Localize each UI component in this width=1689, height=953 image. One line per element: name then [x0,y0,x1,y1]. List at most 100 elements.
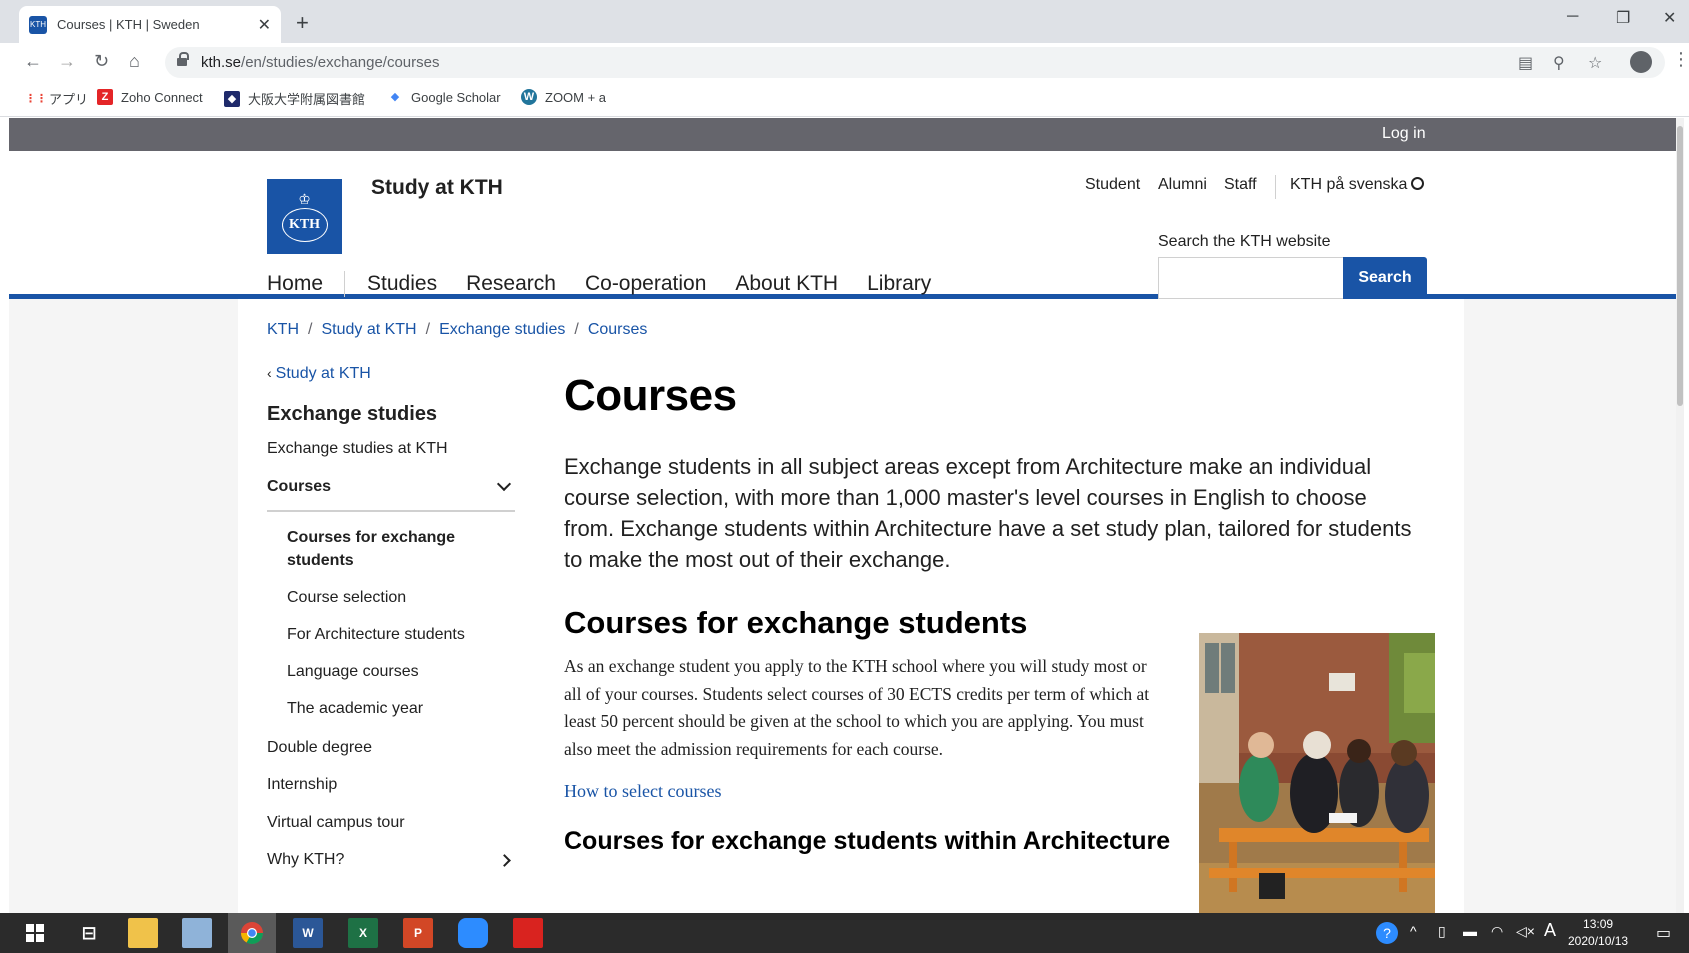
browser-tab-active[interactable]: KTH Courses | KTH | Sweden ✕ [19,6,281,43]
window-close-button[interactable]: ✕ [1663,8,1676,28]
nav-home[interactable]: Home [267,272,323,296]
sidebar-item-internship[interactable]: Internship [267,771,515,809]
wordpress-icon: W [521,89,537,105]
top-link-staff[interactable]: Staff [1224,176,1257,194]
students-outdoor-image [1199,633,1435,913]
ime-icon[interactable]: A [1544,920,1556,941]
breadcrumb: KTH / Study at KTH / Exchange studies / … [267,321,647,339]
powerpoint-icon[interactable]: P [403,918,433,948]
breadcrumb-kth[interactable]: KTH [267,321,299,339]
sidebar-item-virtual-campus-tour[interactable]: Virtual campus tour [267,809,515,847]
forward-arrow-icon[interactable]: → [58,51,76,72]
lead-paragraph: Exchange students in all subject areas e… [564,454,1412,572]
notifications-icon[interactable]: ▭ [1656,923,1671,943]
breadcrumb-courses[interactable]: Courses [588,321,648,339]
browser-toolbar: ← → ↻ ⌂ kth.se/en/studies/exchange/cours… [0,43,1689,81]
bookmark-zoho[interactable]: Z Zoho Connect [97,89,203,105]
bookmark-star-icon[interactable]: ☆ [1588,53,1602,73]
bookmark-osaka-library[interactable]: ◆ 大阪大学附属図書館 [224,89,365,108]
back-arrow-icon[interactable]: ← [24,51,42,72]
nav-about-kth[interactable]: About KTH [735,272,838,296]
web-page-viewport: Log in ♔ KTH Study at KTH Student Alumni… [9,118,1684,913]
sidebar-heading[interactable]: Exchange studies [267,403,515,435]
bookmark-google-scholar[interactable]: ◆ Google Scholar [387,89,501,105]
sidebar-subitem-architecture[interactable]: For Architecture students [267,623,515,646]
crown-icon: ♔ [298,191,311,207]
acrobat-icon[interactable] [513,918,543,948]
url-text[interactable]: kth.se/en/studies/exchange/courses [201,54,440,71]
sidebar-item-courses[interactable]: Courses [267,473,515,512]
language-link[interactable]: KTH på svenska [1290,176,1425,194]
chrome-icon[interactable] [237,918,267,948]
sidebar-back-link[interactable]: ‹ Study at KTH [267,365,515,393]
tray-chevron-up-icon[interactable]: ^ [1410,923,1417,939]
nav-studies[interactable]: Studies [367,272,437,296]
page-scrollbar[interactable] [1676,118,1684,913]
battery-icon[interactable]: ▬ [1463,923,1477,939]
address-bar[interactable]: kth.se/en/studies/exchange/courses ▤ ⚲ ☆ [165,47,1665,78]
clock-date: 2020/10/13 [1568,934,1629,948]
kth-logo[interactable]: ♔ KTH [267,179,342,254]
top-link-alumni[interactable]: Alumni [1158,176,1207,194]
excel-icon[interactable]: X [348,918,378,948]
sidebar-subitem-academic-year[interactable]: The academic year [267,697,515,720]
content-area: KTH / Study at KTH / Exchange studies / … [238,299,1464,913]
translate-icon[interactable]: ▤ [1518,53,1533,73]
bookmark-zoom[interactable]: W ZOOM + a [521,89,606,105]
top-links-divider [1275,175,1276,199]
search-button[interactable]: Search [1343,257,1427,299]
login-link[interactable]: Log in [1382,125,1426,143]
search-label: Search the KTH website [1158,233,1331,250]
chevron-left-icon: ‹ [267,365,272,381]
browser-menu-icon[interactable]: ⋮ [1672,49,1689,70]
volume-muted-icon[interactable]: ◁× [1516,923,1535,940]
breadcrumb-separator: / [425,321,431,338]
sidebar-item-exchange-studies-at-kth[interactable]: Exchange studies at KTH [267,435,515,473]
globe-icon [1411,177,1425,190]
home-icon[interactable]: ⌂ [129,51,140,72]
lock-icon[interactable] [177,52,189,67]
breadcrumb-study-at-kth[interactable]: Study at KTH [321,321,416,339]
window-minimize-button[interactable]: ─ [1567,8,1578,26]
sidebar-subitem-language-courses[interactable]: Language courses [267,660,515,683]
usb-icon[interactable]: ▯ [1438,923,1446,940]
zoom-icon[interactable]: ⚲ [1553,53,1565,73]
search-input[interactable] [1158,257,1343,299]
sidebar-item-why-kth[interactable]: Why KTH? [267,846,515,884]
nav-cooperation[interactable]: Co-operation [585,272,706,296]
breadcrumb-exchange-studies[interactable]: Exchange studies [439,321,565,339]
sidebar-subitem-courses-for-exchange[interactable]: Courses for exchange students [267,526,515,572]
windows-taskbar: ⊟ W X P ? ^ ▯ ▬ ◠ ◁× A 13:09 2020/10/13 … [0,913,1689,953]
bookmarks-bar: ⋮⋮ アプリ Z Zoho Connect ◆ 大阪大学附属図書館 ◆ Goog… [0,81,1689,117]
new-tab-button[interactable]: + [296,10,309,36]
nav-research[interactable]: Research [466,272,556,296]
zoom-app-icon[interactable] [458,918,488,948]
main-navigation: Home Studies Research Co-operation About… [267,271,960,297]
chevron-down-icon[interactable] [496,476,512,491]
osaka-library-icon: ◆ [224,90,240,107]
sidebar-item-double-degree[interactable]: Double degree [267,734,515,772]
scrollbar-thumb[interactable] [1677,126,1683,406]
taskbar-clock[interactable]: 13:09 2020/10/13 [1568,916,1628,950]
profile-avatar-icon[interactable] [1630,51,1652,73]
sidebar-subitem-course-selection[interactable]: Course selection [267,586,515,609]
word-icon[interactable]: W [293,918,323,948]
section-body: As an exchange student you apply to the … [564,656,1150,759]
wifi-icon[interactable]: ◠ [1491,923,1503,940]
help-icon[interactable]: ? [1376,922,1398,944]
breadcrumb-separator: / [574,321,579,338]
bookmark-apps[interactable]: ⋮⋮ アプリ [25,89,88,108]
app-icon[interactable] [182,918,212,948]
tab-close-icon[interactable]: ✕ [258,15,271,35]
reload-icon[interactable]: ↻ [94,51,109,72]
top-link-student[interactable]: Student [1085,176,1140,194]
windows-start-icon[interactable] [20,918,50,948]
nav-library[interactable]: Library [867,272,931,296]
site-name[interactable]: Study at KTH [371,176,503,200]
task-view-icon[interactable]: ⊟ [74,918,104,948]
tab-title: Courses | KTH | Sweden [57,17,200,32]
file-explorer-icon[interactable] [128,918,158,948]
chevron-right-icon[interactable] [498,854,511,867]
window-restore-button[interactable]: ❐ [1616,8,1630,28]
nav-divider [344,271,346,297]
